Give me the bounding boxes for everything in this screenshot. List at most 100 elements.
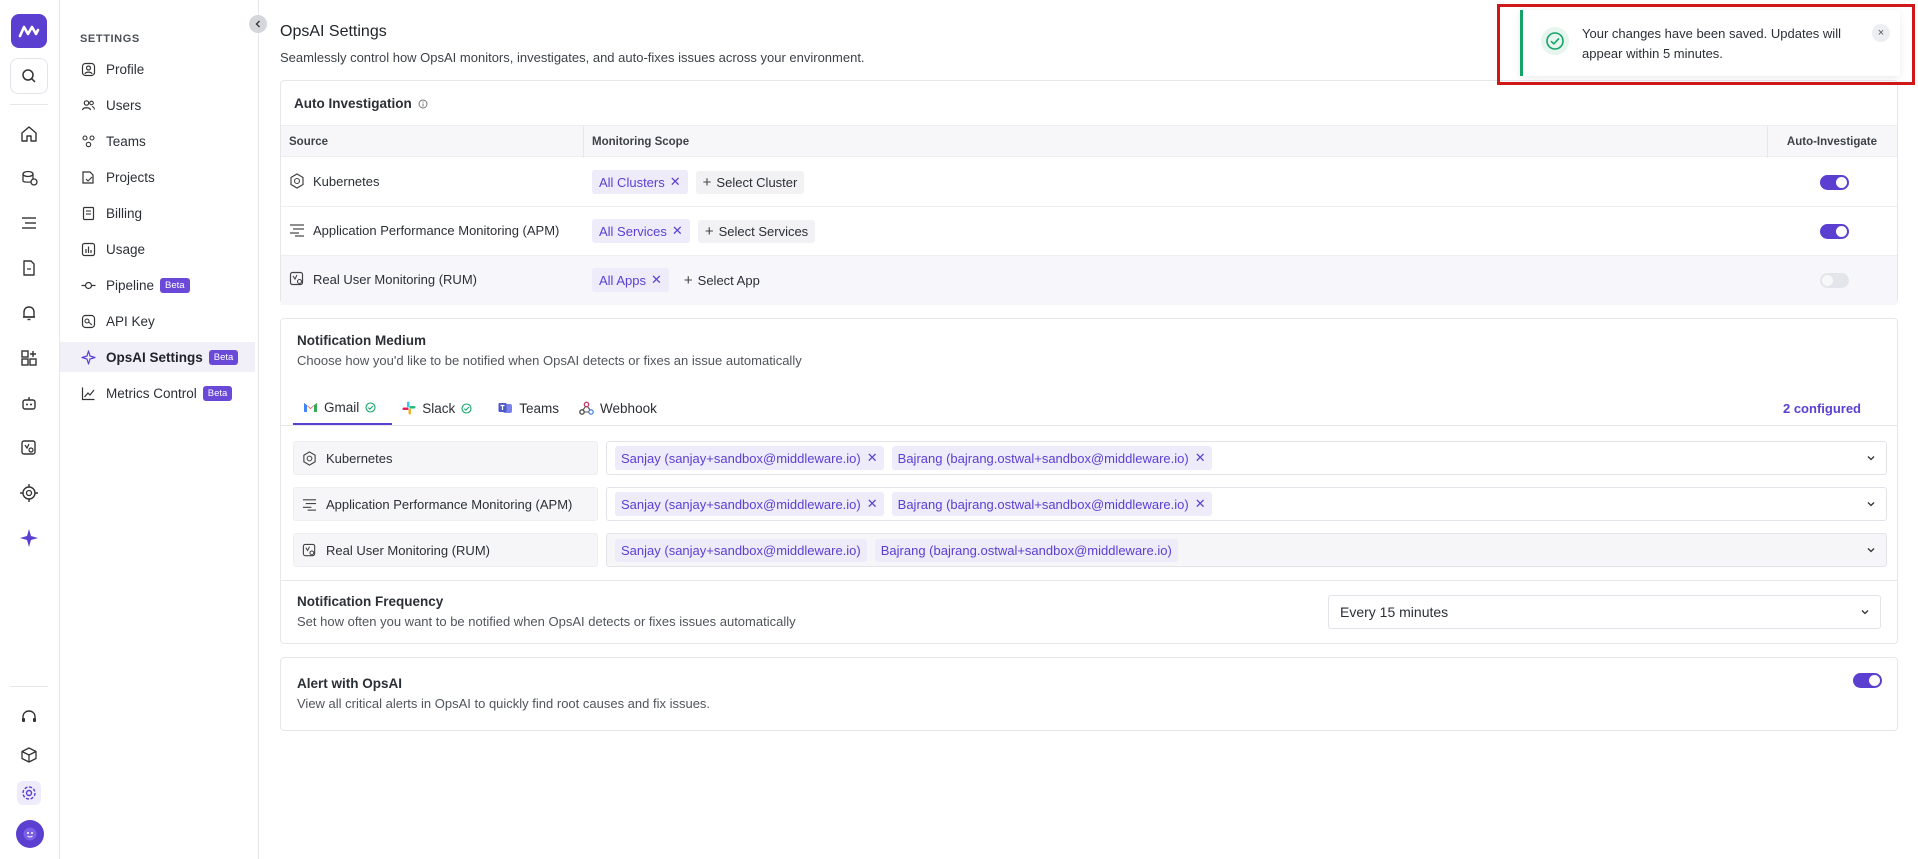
sidebar-item-billing[interactable]: Billing [60, 198, 255, 228]
select-app-button[interactable]: + Select App [677, 269, 767, 292]
main-content: OpsAI Settings Seamlessly control how Op… [260, 0, 1918, 859]
sidebar-item-users[interactable]: Users [60, 90, 255, 120]
profile-icon [81, 62, 96, 76]
notification-frequency-description: Set how often you want to be notified wh… [297, 614, 796, 629]
logs-icon[interactable] [17, 211, 41, 235]
alert-with-opsai-title: Alert with OpsAI [297, 676, 403, 691]
sidebar-item-label: Billing [106, 205, 143, 221]
settings-gear-icon[interactable] [17, 781, 41, 805]
sidebar-item-teams[interactable]: Teams [60, 126, 255, 156]
sidebar-item-label: Metrics Control [106, 385, 197, 401]
users-icon [81, 99, 96, 110]
billing-icon [82, 206, 95, 220]
chevron-down-icon [1861, 610, 1869, 615]
rail-divider [10, 104, 48, 105]
recipient-chip[interactable]: Sanjay (sanjay+sandbox@middleware.io) ✕ [615, 446, 884, 470]
table-row: Real User Monitoring (RUM) All Apps ✕ + Se… [281, 256, 1897, 305]
row-source: Real User Monitoring (RUM) [289, 271, 477, 287]
kubernetes-icon [290, 173, 304, 189]
remove-chip-icon[interactable]: ✕ [1195, 496, 1206, 512]
info-icon[interactable] [418, 99, 428, 109]
page-title: OpsAI Settings [280, 23, 387, 40]
row-source-label: Real User Monitoring (RUM) [313, 271, 477, 287]
notification-frequency-select[interactable]: Every 15 minutes [1328, 595, 1881, 629]
remove-chip-icon[interactable]: ✕ [670, 174, 681, 190]
sidebar-item-label: API Key [106, 313, 155, 329]
alerts-icon[interactable] [17, 301, 41, 325]
remove-chip-icon[interactable]: ✕ [867, 450, 878, 466]
plus-icon: + [702, 173, 712, 191]
chevron-down-icon[interactable] [1866, 499, 1876, 509]
collapse-sidebar-button[interactable] [249, 15, 267, 33]
scope-chip[interactable]: All Apps ✕ [592, 268, 669, 292]
plus-icon: + [704, 222, 714, 240]
opsai-sparkle-icon[interactable] [17, 526, 41, 550]
slack-icon [402, 401, 416, 415]
remove-chip-icon[interactable]: ✕ [651, 272, 662, 288]
support-headset-icon[interactable] [17, 705, 41, 729]
scope-chip[interactable]: All Clusters ✕ [592, 170, 688, 194]
rum-icon [302, 543, 316, 556]
recipient-source: Application Performance Monitoring (APM) [293, 487, 598, 521]
remove-chip-icon[interactable]: ✕ [672, 223, 683, 239]
sidebar-item-usage[interactable]: Usage [60, 234, 255, 264]
tab-webhook[interactable]: Webhook [569, 391, 667, 425]
package-icon[interactable] [17, 743, 41, 767]
settings-header: SETTINGS [80, 33, 140, 45]
sidebar-item-metrics-control[interactable]: Metrics Control Beta [60, 378, 255, 408]
recipients-select[interactable]: Sanjay (sanjay+sandbox@middleware.io) ✕ B… [606, 487, 1887, 521]
bot-icon[interactable] [17, 391, 41, 415]
select-services-button[interactable]: + Select Services [697, 219, 816, 243]
recipients-select-disabled[interactable]: Sanjay (sanjay+sandbox@middleware.io) Ba… [606, 533, 1887, 567]
webhook-icon [579, 401, 594, 415]
sidebar-item-api-key[interactable]: API Key [60, 306, 255, 336]
chevron-down-icon[interactable] [1866, 545, 1876, 555]
tab-teams[interactable]: Teams [488, 391, 569, 425]
auto-investigate-toggle[interactable] [1820, 175, 1849, 190]
recipient-chip[interactable]: Bajrang (bajrang.ostwal+sandbox@middlewa… [891, 446, 1212, 470]
document-icon[interactable] [17, 256, 41, 280]
remove-chip-icon[interactable]: ✕ [867, 496, 878, 512]
sidebar-item-pipeline[interactable]: Pipeline Beta [60, 270, 255, 300]
recipient-source: Real User Monitoring (RUM) [293, 533, 598, 567]
auto-investigation-card: Auto Investigation Source Monitoring Sco… [280, 80, 1898, 305]
alert-with-opsai-card: Alert with OpsAI View all critical alert… [280, 657, 1898, 731]
column-divider [583, 126, 584, 158]
sidebar-item-profile[interactable]: Profile [60, 54, 255, 84]
dashboards-icon[interactable] [17, 346, 41, 370]
user-avatar[interactable] [16, 820, 44, 848]
select-cluster-button[interactable]: + Select Cluster [695, 170, 805, 194]
auto-investigate-toggle[interactable] [1820, 273, 1849, 288]
row-source-label: Kubernetes [313, 173, 380, 189]
recipient-chip[interactable]: Bajrang (bajrang.ostwal+sandbox@middlewa… [891, 492, 1212, 516]
plus-icon: + [683, 271, 693, 289]
recipient-chip[interactable]: Sanjay (sanjay+sandbox@middleware.io) ✕ [615, 492, 884, 516]
home-icon[interactable] [17, 122, 41, 146]
tab-gmail[interactable]: Gmail [293, 391, 393, 425]
column-source: Source [289, 136, 328, 148]
infrastructure-icon[interactable] [17, 166, 41, 190]
integrations-icon[interactable] [17, 481, 41, 505]
chevron-left-icon [255, 20, 260, 28]
recipient-chip: Sanjay (sanjay+sandbox@middleware.io) [615, 538, 867, 562]
recipient-source: Kubernetes [293, 441, 598, 475]
medium-tabs: Gmail Slack Teams Webhook [293, 391, 667, 425]
tab-slack[interactable]: Slack [392, 391, 488, 425]
rum-icon[interactable] [17, 436, 41, 460]
sidebar-item-projects[interactable]: Projects [60, 162, 255, 192]
toast-close-button[interactable]: × [1872, 24, 1890, 42]
middleware-logo-icon[interactable] [11, 14, 47, 48]
sidebar-item-opsai-settings[interactable]: OpsAI Settings Beta [60, 342, 255, 372]
teams-icon [82, 134, 95, 147]
chevron-down-icon[interactable] [1866, 453, 1876, 463]
search-icon[interactable] [10, 58, 48, 94]
page-description: Seamlessly control how OpsAI monitors, i… [280, 50, 865, 65]
scope-chip[interactable]: All Services ✕ [592, 219, 690, 243]
remove-chip-icon[interactable]: ✕ [1195, 450, 1206, 466]
sidebar-item-label: Usage [106, 241, 146, 257]
alert-with-opsai-toggle[interactable] [1853, 673, 1882, 688]
recipients-select[interactable]: Sanjay (sanjay+sandbox@middleware.io) ✕ B… [606, 441, 1887, 475]
beta-badge: Beta [202, 385, 233, 401]
column-auto-investigate: Auto-Investigate [1786, 136, 1877, 148]
auto-investigate-toggle[interactable] [1820, 224, 1849, 239]
